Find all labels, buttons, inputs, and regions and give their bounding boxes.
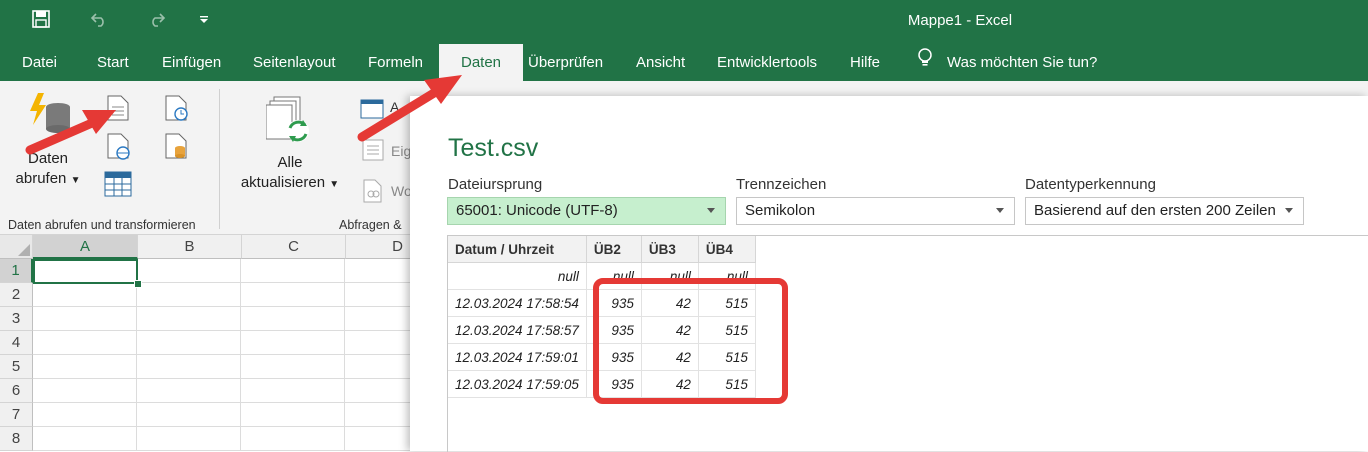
annotation-arrows [25, 75, 462, 155]
arrow-to-from-csv [25, 110, 116, 155]
arrow-to-daten-tab [357, 75, 462, 142]
